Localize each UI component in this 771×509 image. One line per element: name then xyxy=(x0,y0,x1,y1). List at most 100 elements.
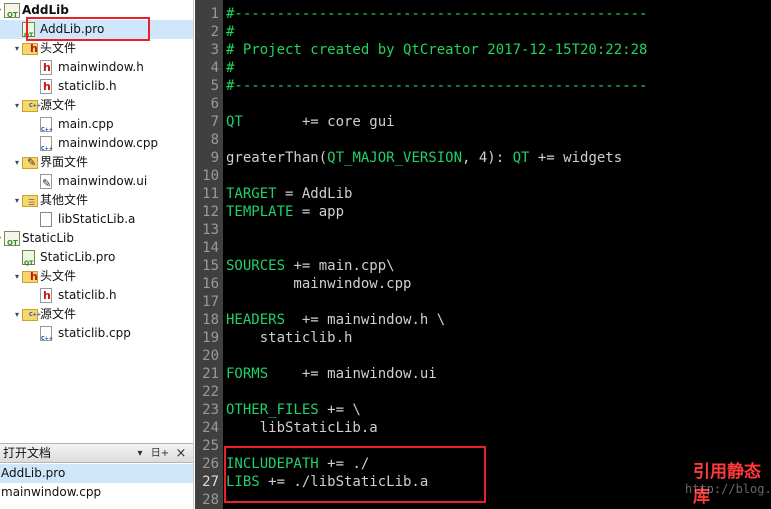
code-line[interactable]: # Project created by QtCreator 2017-12-1… xyxy=(226,41,647,59)
code-comment: # xyxy=(226,60,235,76)
line-number: 11 xyxy=(202,186,219,202)
tree-item[interactable]: mainwindow.ui xyxy=(0,172,193,193)
line-number: 20 xyxy=(202,348,219,364)
tree-item[interactable]: StaticLib.pro xyxy=(0,248,193,273)
code-keyword: INCLUDEPATH xyxy=(226,456,319,472)
line-number-gutter: 1 2 3 4 5 6 7 8 9 10 11 12 13 14 15 16 17 18 19 20 21 22 23 24 2… xyxy=(195,0,223,509)
project-tree: ▾AddLibAddLib.pro▾头文件mainwindow.hstaticl… xyxy=(0,0,193,440)
tree-item[interactable]: ▾ 源文件 xyxy=(0,305,193,325)
expand-arrow-icon[interactable]: ▾ xyxy=(12,153,22,172)
code-line[interactable]: TARGET = AddLib xyxy=(226,185,352,203)
code-line[interactable]: #---------------------------------------… xyxy=(226,77,647,95)
code-text: staticlib.h xyxy=(226,330,353,346)
line-number: 10 xyxy=(202,168,219,184)
tree-item-label: StaticLib xyxy=(22,231,74,245)
code-line[interactable]: QT += core gui xyxy=(226,113,395,131)
code-line[interactable]: # xyxy=(226,23,234,41)
expand-arrow-icon[interactable]: ▾ xyxy=(12,267,22,286)
ui-file-icon xyxy=(40,174,52,193)
code-line[interactable]: OTHER_FILES += \ xyxy=(226,401,361,419)
expand-arrow-icon[interactable]: ▾ xyxy=(12,191,22,210)
code-line[interactable]: HEADERS += mainwindow.h \ xyxy=(226,311,445,329)
tree-item[interactable]: ▾AddLib xyxy=(0,1,193,25)
code-keyword: QT xyxy=(512,150,530,166)
code-text: , 4): xyxy=(462,150,513,166)
tree-item-label: AddLib xyxy=(22,3,69,17)
tree-item[interactable]: staticlib.cpp xyxy=(0,324,193,349)
tree-item[interactable]: ▾StaticLib xyxy=(0,229,193,253)
close-icon[interactable]: × xyxy=(174,446,188,461)
line-number: 9 xyxy=(210,150,219,166)
line-number: 23 xyxy=(202,402,219,418)
tree-item[interactable]: staticlib.h xyxy=(0,286,193,305)
tree-item-label: 其他文件 xyxy=(40,193,89,207)
qt-project-icon xyxy=(4,3,20,25)
tree-item[interactable]: ▾ 界面文件 xyxy=(0,153,193,172)
line-number: 7 xyxy=(210,114,219,130)
code-line[interactable]: # xyxy=(226,59,234,77)
cpp-file-icon xyxy=(40,326,53,349)
tree-item[interactable]: mainwindow.cpp xyxy=(0,134,193,159)
code-line[interactable]: SOURCES += main.cpp\ xyxy=(226,257,395,275)
line-number: 19 xyxy=(202,330,219,346)
code-text: += \ xyxy=(318,402,361,418)
tree-item[interactable]: libStaticLib.a xyxy=(0,210,193,229)
tree-item[interactable]: ▾ 头文件 xyxy=(0,267,193,286)
code-text: += core gui xyxy=(242,114,395,130)
tree-item[interactable]: staticlib.h xyxy=(0,77,193,96)
code-line[interactable]: #---------------------------------------… xyxy=(226,5,647,23)
open-document-item[interactable]: AddLib.pro xyxy=(0,464,193,483)
tree-item-label: mainwindow.cpp xyxy=(58,136,159,150)
header-file-icon xyxy=(40,79,52,94)
code-line[interactable]: FORMS += mainwindow.ui xyxy=(226,365,437,383)
expand-arrow-icon[interactable]: ▾ xyxy=(12,96,22,115)
line-number: 22 xyxy=(202,384,219,400)
line-number: 12 xyxy=(202,204,219,220)
source-folder-icon xyxy=(22,306,41,325)
line-number: 26 xyxy=(202,456,219,472)
tree-item-label: staticlib.cpp xyxy=(58,326,131,340)
code-keyword: QT_MAJOR_VERSION xyxy=(327,150,463,166)
code-line[interactable]: libStaticLib.a xyxy=(226,419,378,437)
code-line[interactable]: greaterThan(QT_MAJOR_VERSION, 4): QT += … xyxy=(226,149,622,167)
code-line[interactable]: TEMPLATE = app xyxy=(226,203,344,221)
tree-item[interactable]: ▾ 源文件 xyxy=(0,96,193,116)
cpp-file-icon xyxy=(40,136,53,159)
expand-arrow-icon[interactable]: ▾ xyxy=(12,39,22,58)
code-keyword: LIBS xyxy=(226,474,260,490)
code-line[interactable]: mainwindow.cpp xyxy=(226,275,411,293)
split-icon[interactable]: 日+ xyxy=(150,446,170,461)
code-text: += widgets xyxy=(529,150,623,166)
code-text: = app xyxy=(293,204,345,220)
tree-item[interactable]: ▾ 头文件 xyxy=(0,39,193,58)
tree-item[interactable]: main.cpp xyxy=(0,115,193,140)
tree-item[interactable]: ▾ 其他文件 xyxy=(0,191,193,212)
code-text: += mainwindow.ui xyxy=(268,366,437,382)
cpp-file-icon xyxy=(40,117,53,140)
watermark-text: http://blog.csdn.net/ALONE_WORK xyxy=(685,482,771,496)
code-keyword: SOURCES xyxy=(226,258,286,274)
file-icon xyxy=(40,212,52,227)
line-number: 8 xyxy=(210,132,219,148)
expand-arrow-icon[interactable]: ▾ xyxy=(12,305,22,324)
header-folder-icon xyxy=(22,267,38,286)
qt-project-icon xyxy=(4,231,20,253)
line-number: 18 xyxy=(202,312,219,328)
line-number: 24 xyxy=(202,420,219,436)
line-number: 27 xyxy=(202,474,219,490)
line-number: 2 xyxy=(210,24,219,40)
code-line[interactable]: staticlib.h xyxy=(226,329,353,347)
other-folder-icon xyxy=(22,193,38,212)
code-line[interactable]: LIBS += ./libStaticLib.a xyxy=(226,473,428,491)
tree-item[interactable]: AddLib.pro xyxy=(0,20,193,45)
dropdown-icon[interactable]: ▾ xyxy=(134,446,146,461)
header-file-icon xyxy=(40,288,52,303)
pro-file-icon xyxy=(22,250,35,273)
tree-item-label: staticlib.h xyxy=(58,79,117,93)
code-editor[interactable]: 1 2 3 4 5 6 7 8 9 10 11 12 13 14 15 16 17 18 19 20 21 22 23 24 2… xyxy=(195,0,771,509)
tree-item-label: AddLib.pro xyxy=(40,22,105,36)
tree-item[interactable]: mainwindow.h xyxy=(0,58,193,77)
open-document-item[interactable]: mainwindow.cpp xyxy=(0,483,193,502)
code-line[interactable]: INCLUDEPATH += ./ xyxy=(226,455,369,473)
tree-item-label: 源文件 xyxy=(40,307,77,321)
